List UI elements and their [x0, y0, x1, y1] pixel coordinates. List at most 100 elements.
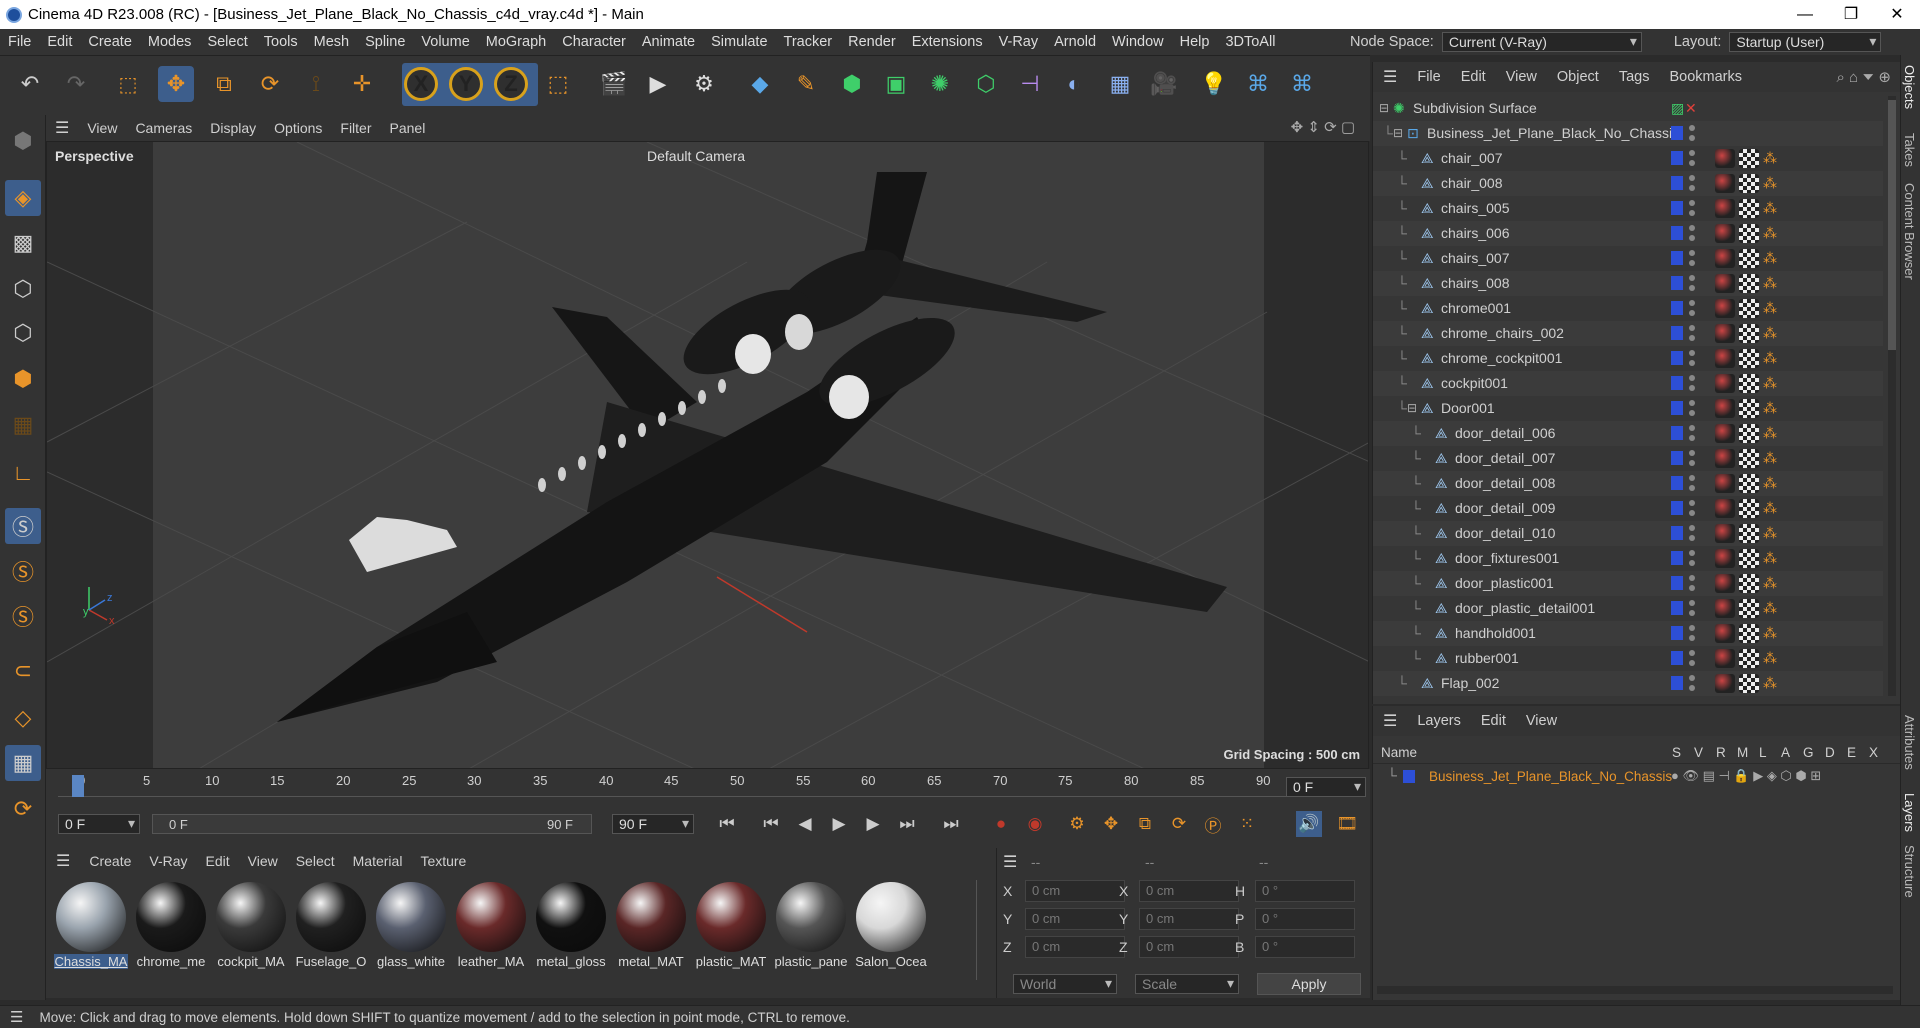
layer-color-swatch[interactable] [1671, 451, 1683, 465]
model-mode-icon[interactable]: ◈ [5, 180, 41, 216]
object-name[interactable]: chairs_006 [1441, 221, 1510, 246]
coord-value-field[interactable]: 0 cm [1025, 908, 1125, 930]
snap-settings-icon[interactable]: Ⓢ [5, 553, 41, 589]
object-name[interactable]: Subdivision Surface [1413, 96, 1537, 121]
render-picture-viewer-icon[interactable]: ▶ [640, 66, 676, 102]
layer-color-swatch[interactable] [1671, 376, 1683, 390]
uvw-tag-icon[interactable] [1739, 149, 1759, 168]
object-scrollbar-thumb[interactable] [1888, 100, 1896, 350]
uvw-tag-icon[interactable] [1739, 499, 1759, 518]
mograph-cloner-icon[interactable]: ✺ [922, 66, 958, 102]
uvw-tag-icon[interactable] [1739, 524, 1759, 543]
hamburger-icon[interactable]: ☰ [1373, 67, 1407, 87]
object-menu-object[interactable]: Object [1547, 69, 1609, 85]
enable-check-icon[interactable]: ▨ [1671, 96, 1684, 121]
layer-color-swatch[interactable] [1403, 770, 1415, 783]
object-row[interactable]: └ ⟁ door_detail_007 ⁂ [1373, 446, 1883, 471]
visibility-dots-icon[interactable] [1689, 225, 1695, 241]
layer-toggle-icons[interactable]: ● 👁 ▤ ⊣ 🔒 ▶ ◈ ⬡ ⬢ ⊞ [1671, 768, 1821, 784]
coord-value-field[interactable]: 0 ° [1255, 936, 1355, 958]
coordinate-system-icon[interactable]: ⬚ [540, 66, 576, 102]
layer-color-swatch[interactable] [1671, 576, 1683, 590]
object-name[interactable]: Business_Jet_Plane_Black_No_Chassis [1427, 121, 1679, 146]
hamburger-icon[interactable]: ☰ [1373, 711, 1407, 731]
hamburger-icon[interactable]: ☰ [0, 1008, 33, 1026]
layer-menu-view[interactable]: View [1516, 713, 1567, 729]
selection-tag-icon[interactable]: ⁂ [1763, 621, 1777, 646]
uvw-tag-icon[interactable] [1739, 299, 1759, 318]
scale-mode-dropdown[interactable]: Scale [1135, 974, 1239, 994]
uvw-tag-icon[interactable] [1739, 399, 1759, 418]
menu-3dtoall[interactable]: 3DToAll [1217, 34, 1283, 50]
object-name[interactable]: door_plastic_detail001 [1455, 596, 1595, 621]
recent-tool-icon[interactable]: ⟟ [298, 66, 334, 102]
layer-color-swatch[interactable] [1671, 126, 1683, 140]
material-tag-icon[interactable] [1715, 299, 1735, 318]
coord-value-field[interactable]: 0 cm [1139, 936, 1239, 958]
visibility-dots-icon[interactable] [1689, 300, 1695, 316]
object-name[interactable]: chair_007 [1441, 146, 1503, 171]
tab-attributes[interactable]: Attributes [1902, 715, 1917, 770]
tab-takes[interactable]: Takes [1902, 133, 1917, 167]
material-swatch[interactable]: plastic_MAT [694, 880, 768, 970]
material-tag-icon[interactable] [1715, 424, 1735, 443]
visibility-dots-icon[interactable] [1689, 575, 1695, 591]
layer-color-swatch[interactable] [1671, 201, 1683, 215]
material-swatch[interactable]: plastic_pane [774, 880, 848, 970]
uvw-tag-icon[interactable] [1739, 199, 1759, 218]
object-row[interactable]: └ ⟁ chrome_chairs_002 ⁂ [1373, 321, 1883, 346]
material-tag-icon[interactable] [1715, 674, 1735, 693]
visibility-dots-icon[interactable] [1689, 550, 1695, 566]
object-row[interactable]: └ ⟁ door_detail_008 ⁂ [1373, 471, 1883, 496]
object-row[interactable]: └ ⟁ door_fixtures001 ⁂ [1373, 546, 1883, 571]
material-menu-select[interactable]: Select [287, 853, 344, 869]
make-editable-icon[interactable]: ⬢ [5, 123, 41, 159]
object-row[interactable]: └ ⟁ chair_008 ⁂ [1373, 171, 1883, 196]
next-frame-icon[interactable]: ▶ [860, 811, 886, 837]
coord-value-field[interactable]: 0 cm [1025, 936, 1125, 958]
material-swatch[interactable]: Salon_Ocea [854, 880, 928, 970]
visibility-dots-icon[interactable] [1689, 275, 1695, 291]
menu-render[interactable]: Render [840, 34, 904, 50]
play-icon[interactable]: ▶ [826, 811, 852, 837]
selection-tag-icon[interactable]: ⁂ [1763, 346, 1777, 371]
object-name[interactable]: Door001 [1441, 396, 1495, 421]
layer-scrollbar[interactable] [1377, 986, 1893, 994]
uvw-tag-icon[interactable] [1739, 574, 1759, 593]
field-icon[interactable]: ◐ [1056, 66, 1092, 102]
key-scale-icon[interactable]: ⧉ [1132, 811, 1158, 837]
x-axis-icon[interactable]: X [404, 67, 438, 101]
object-name[interactable]: chrome001 [1441, 296, 1511, 321]
object-scrollbar[interactable] [1888, 96, 1896, 696]
previous-frame-icon[interactable]: ◀ [792, 811, 818, 837]
key-parameter-icon[interactable]: Ⓟ [1200, 811, 1226, 837]
menu-mograph[interactable]: MoGraph [478, 34, 554, 50]
material-swatch[interactable]: cockpit_MA [214, 880, 288, 970]
menu-edit[interactable]: Edit [39, 34, 80, 50]
go-to-start-icon[interactable]: ⏮ [714, 811, 740, 837]
layer-color-swatch[interactable] [1671, 676, 1683, 690]
selection-tag-icon[interactable]: ⁂ [1763, 221, 1777, 246]
expand-toggle-icon[interactable]: ⊟ [1379, 96, 1389, 121]
object-row[interactable]: └ ⟁ cockpit001 ⁂ [1373, 371, 1883, 396]
uvw-tag-icon[interactable] [1739, 599, 1759, 618]
selection-tag-icon[interactable]: ⁂ [1763, 471, 1777, 496]
uv-mode-icon[interactable]: ▦ [5, 407, 41, 443]
tab-layers[interactable]: Layers [1902, 793, 1917, 832]
visibility-dots-icon[interactable] [1689, 500, 1695, 516]
scale-tool-icon[interactable]: ⧉ [206, 66, 242, 102]
menu-create[interactable]: Create [80, 34, 140, 50]
cloner-icon[interactable]: ⬡ [968, 66, 1004, 102]
material-tag-icon[interactable] [1715, 349, 1735, 368]
python-script-icon[interactable]: ⌘ [1284, 66, 1320, 102]
material-tag-icon[interactable] [1715, 249, 1735, 268]
object-name[interactable]: door_detail_008 [1455, 471, 1555, 496]
film-icon[interactable]: 🎞 [1334, 811, 1360, 837]
material-menu-material[interactable]: Material [344, 853, 412, 869]
visibility-dots-icon[interactable] [1689, 250, 1695, 266]
visibility-dots-icon[interactable] [1689, 625, 1695, 641]
visibility-dots-icon[interactable] [1689, 325, 1695, 341]
material-tag-icon[interactable] [1715, 174, 1735, 193]
selection-tag-icon[interactable]: ⁂ [1763, 196, 1777, 221]
uvw-tag-icon[interactable] [1739, 249, 1759, 268]
